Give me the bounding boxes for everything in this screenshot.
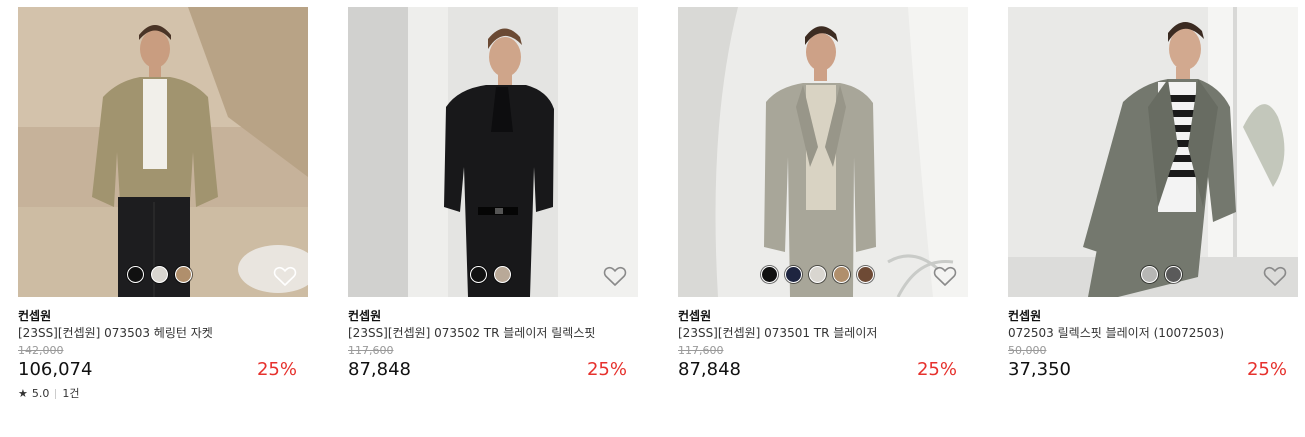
color-swatches	[761, 266, 874, 283]
color-swatch[interactable]	[151, 266, 168, 283]
product-name[interactable]: [23SS][컨셉원] 073501 TR 블레이저	[678, 325, 928, 342]
color-swatches	[470, 266, 511, 283]
heart-outline-icon[interactable]	[273, 265, 297, 287]
color-swatch[interactable]	[833, 266, 850, 283]
product-name[interactable]: [23SS][컨셉원] 073502 TR 블레이저 릴렉스핏	[348, 325, 598, 342]
product-card[interactable]: 컨셉원 072503 릴렉스핏 블레이저 (10072503) 50,000 3…	[1008, 7, 1298, 382]
brand-name[interactable]: 컨셉원	[678, 308, 968, 324]
price-row: 106,074 25%	[18, 358, 308, 382]
original-price: 50,000	[1008, 344, 1047, 357]
sale-price: 106,074	[18, 359, 93, 380]
original-price: 142,000	[18, 344, 64, 357]
rating-score: 5.0	[31, 387, 50, 400]
product-name[interactable]: 072503 릴렉스핏 블레이저 (10072503)	[1008, 325, 1258, 342]
product-image[interactable]	[18, 7, 308, 297]
product-name[interactable]: [23SS][컨셉원] 073503 헤링턴 자켓	[18, 325, 268, 342]
price-row: 87,848 25%	[348, 358, 638, 382]
color-swatch[interactable]	[494, 266, 511, 283]
heart-outline-icon[interactable]	[933, 265, 957, 287]
product-image[interactable]	[348, 7, 638, 297]
product-image[interactable]	[1008, 7, 1298, 297]
discount-rate: 25%	[256, 359, 297, 380]
brand-name[interactable]: 컨셉원	[348, 308, 638, 324]
color-swatches	[1141, 266, 1182, 283]
heart-outline-icon[interactable]	[603, 265, 627, 287]
price-row: 37,350 25%	[1008, 358, 1298, 382]
original-price: 117,600	[348, 344, 394, 357]
color-swatch[interactable]	[761, 266, 778, 283]
rating: ★ 5.0 1건	[18, 387, 308, 401]
color-swatch[interactable]	[127, 266, 144, 283]
product-photo	[18, 7, 308, 297]
original-price: 117,600	[678, 344, 724, 357]
heart-outline-icon[interactable]	[1263, 265, 1287, 287]
divider	[55, 389, 57, 399]
color-swatches	[127, 266, 192, 283]
color-swatch[interactable]	[470, 266, 487, 283]
brand-name[interactable]: 컨셉원	[18, 308, 308, 324]
product-photo	[678, 7, 968, 297]
color-swatch[interactable]	[857, 266, 874, 283]
product-image[interactable]	[678, 7, 968, 297]
sale-price: 87,848	[348, 359, 411, 380]
star-icon: ★	[18, 387, 28, 400]
color-swatch[interactable]	[809, 266, 826, 283]
review-count: 1건	[62, 387, 80, 400]
discount-rate: 25%	[916, 359, 957, 380]
sale-price: 37,350	[1008, 359, 1071, 380]
product-card[interactable]: 컨셉원 [23SS][컨셉원] 073503 헤링턴 자켓 142,000 10…	[18, 7, 308, 401]
sale-price: 87,848	[678, 359, 741, 380]
discount-rate: 25%	[1246, 359, 1287, 380]
product-photo	[1008, 7, 1298, 297]
color-swatch[interactable]	[175, 266, 192, 283]
product-card[interactable]: 컨셉원 [23SS][컨셉원] 073501 TR 블레이저 117,600 8…	[678, 7, 968, 382]
discount-rate: 25%	[586, 359, 627, 380]
color-swatch[interactable]	[785, 266, 802, 283]
color-swatch[interactable]	[1141, 266, 1158, 283]
product-card[interactable]: 컨셉원 [23SS][컨셉원] 073502 TR 블레이저 릴렉스핏 117,…	[348, 7, 638, 382]
product-photo	[348, 7, 638, 297]
color-swatch[interactable]	[1165, 266, 1182, 283]
brand-name[interactable]: 컨셉원	[1008, 308, 1298, 324]
price-row: 87,848 25%	[678, 358, 968, 382]
